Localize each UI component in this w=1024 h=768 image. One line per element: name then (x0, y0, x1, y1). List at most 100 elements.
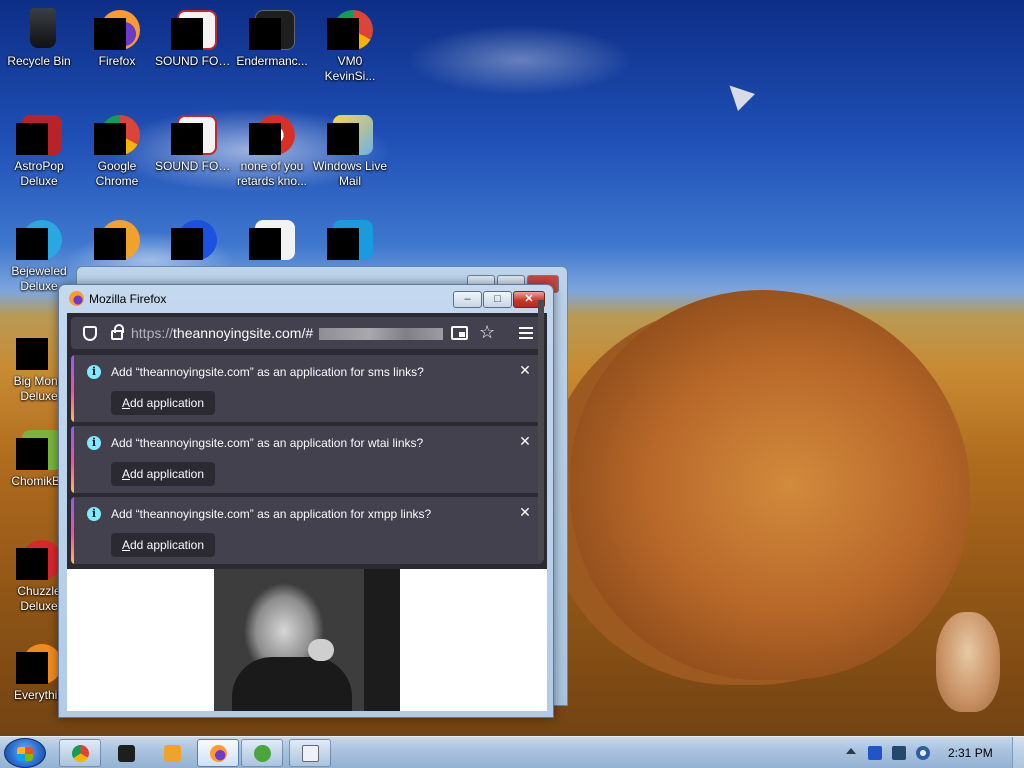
info-icon: i (87, 436, 101, 450)
notification-message: Add “theannoyingsite.com” as an applicat… (111, 436, 424, 450)
speaker-icon[interactable] (916, 746, 930, 760)
image-background (364, 569, 400, 711)
firefox-icon (210, 745, 227, 762)
taskbar-item-app[interactable] (105, 739, 147, 767)
url-protocol: https:// (131, 325, 174, 341)
close-notification-button[interactable]: ✕ (517, 504, 533, 520)
notification-accent-bar (71, 426, 74, 493)
taskbar-clock[interactable]: 2:31 PM (948, 746, 993, 760)
app-icon (249, 216, 295, 262)
url-host: theannoyingsite.com/# (173, 325, 314, 341)
desktop-icon-firefox[interactable]: Firefox (78, 6, 156, 69)
recycle-bin-icon (16, 6, 62, 52)
desktop-icon-label: none of you retards kno... (236, 159, 308, 188)
firefox-icon (94, 6, 140, 52)
shortcut-icon (249, 111, 295, 157)
notification-accent-bar (71, 497, 74, 564)
maximize-button[interactable]: □ (483, 291, 512, 308)
info-icon: i (87, 365, 101, 379)
browser-client-area: https://theannoyingsite.com/# ☆ i Add “t… (67, 313, 547, 711)
game-icon (16, 326, 62, 372)
protocol-handler-notification: i Add “theannoyingsite.com” as an applic… (71, 426, 543, 493)
close-notification-button[interactable]: ✕ (517, 433, 533, 449)
taskbar-item-chrome[interactable] (59, 739, 101, 767)
taskbar-item-firefox[interactable] (197, 739, 239, 767)
game-icon (16, 216, 62, 262)
desktop-icon-sound-forge[interactable]: SOUND FORGE Aud... (155, 6, 233, 69)
display-icon[interactable] (892, 746, 906, 760)
desktop-icon-label: SOUND FORGE Aud... (155, 54, 233, 68)
image-detail (308, 639, 334, 661)
search-app-icon (16, 640, 62, 686)
desktop-icon-vm0[interactable]: VM0 KevinSi... (311, 6, 389, 84)
system-tray (840, 737, 1024, 768)
minimize-icon: – (464, 293, 471, 305)
start-button[interactable] (4, 738, 46, 768)
minimize-button[interactable]: – (453, 291, 482, 308)
desktop-icon-recycle-bin[interactable]: Recycle Bin (0, 6, 78, 69)
desktop-icon-label: Google Chrome (95, 159, 139, 188)
taskbar-item-media-player[interactable] (151, 739, 193, 767)
add-application-button[interactable]: Add application (111, 462, 215, 486)
sound-forge-icon (171, 6, 217, 52)
game-icon (94, 216, 140, 262)
network-icon[interactable] (868, 746, 882, 760)
tracking-protection-shield-icon[interactable] (83, 326, 97, 341)
notification-message: Add “theannoyingsite.com” as an applicat… (111, 507, 432, 521)
address-bar[interactable]: https://theannoyingsite.com/# ☆ (71, 317, 543, 349)
desktop-icon-label: Windows Live Mail (312, 159, 388, 188)
taskbar-item-green-app[interactable] (241, 739, 283, 767)
app-icon (118, 745, 135, 762)
desktop-icon-sound-forge-2[interactable]: SOUND FORGE Aud... (155, 111, 233, 174)
desktop-icon-astropop[interactable]: AstroPop Deluxe (0, 111, 78, 189)
sound-forge-icon (171, 111, 217, 157)
button-label: dd application (129, 467, 205, 481)
button-label: dd application (129, 538, 205, 552)
bookmark-star-icon[interactable]: ☆ (479, 322, 495, 343)
add-application-button[interactable]: Add application (111, 391, 215, 415)
access-key: A (121, 396, 130, 410)
desktop-icon-blue-box[interactable] (311, 216, 389, 264)
page-scrollbar[interactable] (538, 300, 544, 560)
mouse-cursor-icon (721, 77, 755, 111)
protocol-handler-notification: i Add “theannoyingsite.com” as an applic… (71, 497, 543, 564)
desktop-icon-windows-live-mail[interactable]: Windows Live Mail (311, 111, 389, 189)
desktop-icon-fish-game[interactable] (78, 216, 156, 264)
page-image (214, 569, 400, 711)
app-icon (327, 216, 373, 262)
app-icon (171, 216, 217, 262)
desktop-icon-none-of-you[interactable]: none of you retards kno... (233, 111, 311, 189)
info-icon: i (87, 507, 101, 521)
add-application-button[interactable]: Add application (111, 533, 215, 557)
desktop-icon-google-chrome[interactable]: Google Chrome (78, 111, 156, 189)
window-title: Mozilla Firefox (89, 292, 167, 306)
desktop-icon-white-app[interactable] (233, 216, 311, 264)
media-player-icon (164, 745, 181, 762)
hamburger-menu-icon[interactable] (519, 327, 533, 339)
desktop-icon-label: Recycle Bin (7, 54, 71, 68)
picture-in-picture-icon[interactable] (451, 326, 468, 340)
desktop-icon-blue-app[interactable] (155, 216, 233, 264)
game-icon (16, 426, 62, 472)
firefox-icon (69, 291, 84, 306)
mail-icon (327, 111, 373, 157)
page-content[interactable] (67, 569, 547, 711)
show-desktop-button[interactable] (1012, 737, 1024, 768)
desktop-icon-bejeweled[interactable]: Bejeweled Deluxe (0, 216, 78, 294)
show-hidden-icons-icon[interactable] (846, 748, 856, 754)
access-key: A (121, 467, 130, 481)
desktop-icon-endermanch[interactable]: Endermanc... (233, 6, 311, 69)
lock-icon[interactable] (111, 324, 124, 340)
url-text[interactable]: https://theannoyingsite.com/# (131, 325, 313, 341)
app-icon (249, 6, 295, 52)
firefox-window[interactable]: Mozilla Firefox – □ ✕ https://theannoyin… (58, 284, 554, 718)
taskbar-item-document[interactable] (289, 739, 331, 767)
caption-buttons: – □ ✕ (453, 291, 545, 308)
desktop-hamster-widget[interactable] (936, 612, 1000, 712)
image-figure (232, 657, 352, 711)
window-titlebar[interactable]: Mozilla Firefox – □ ✕ (59, 285, 553, 313)
maximize-icon: □ (494, 293, 501, 305)
close-notification-button[interactable]: ✕ (517, 362, 533, 378)
notification-stack: i Add “theannoyingsite.com” as an applic… (67, 353, 547, 569)
access-key: A (121, 538, 130, 552)
